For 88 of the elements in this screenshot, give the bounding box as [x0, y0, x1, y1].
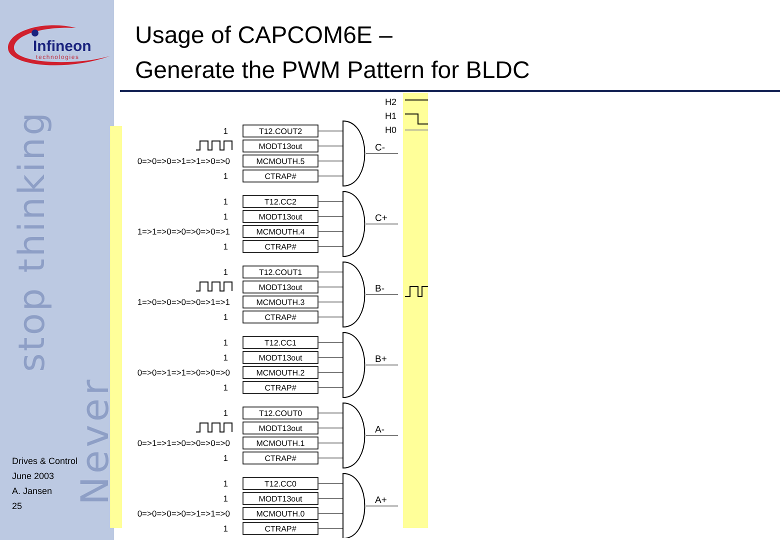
signal-label: MODT13out [258, 354, 302, 362]
signal-label: CTRAP# [264, 384, 296, 392]
signal-label: MCMOUTH.0 [256, 510, 305, 518]
input-value: 1 [223, 196, 228, 206]
signal-label: MODT13out [258, 424, 302, 433]
wire-line [318, 286, 344, 288]
and-gate-drawing [342, 120, 366, 186]
pulse-train-drawing [196, 282, 232, 292]
signal-label: CTRAP# [264, 172, 296, 181]
signal-label: T12.COUT1 [258, 268, 302, 277]
wire-line [318, 498, 344, 499]
signal-label: CTRAP# [264, 454, 296, 463]
wire-line [318, 442, 344, 444]
signal-label: T12.CC2 [264, 198, 296, 206]
input-value: 1 [223, 126, 228, 136]
input-value: 0=>1=>1=>0=>0=>0=>0 [137, 438, 230, 448]
wire-line [318, 231, 344, 232]
and-gate-drawing [342, 332, 366, 398]
input-value: 1 [223, 382, 228, 392]
signal-label: MCMOUTH.4 [256, 228, 305, 236]
signal-label: MODT13out [258, 494, 302, 504]
output-label: A+ [375, 495, 387, 506]
signal-label: MCMOUTH.1 [256, 439, 305, 448]
signal-label: CTRAP# [264, 313, 296, 322]
hall-waveform-drawing [404, 100, 428, 130]
slide-title: Generate the PWM Pattern for BLDC [135, 56, 531, 86]
hall-label: H1 [385, 111, 397, 121]
output-label: B+ [375, 354, 387, 365]
signal-label: CTRAP# [264, 524, 296, 534]
input-value: 1 [223, 408, 228, 418]
output-label: C+ [375, 213, 388, 224]
input-value: 0=>0=>0=>0=>1=>1=>0 [137, 508, 230, 518]
wire-line [318, 412, 344, 414]
signal-label: MODT13out [258, 142, 302, 151]
wire-line [318, 246, 344, 247]
footer-text: A. Jansen [12, 486, 54, 496]
signal-label: T12.COUT0 [258, 409, 302, 418]
signal-label: T12.COUT2 [258, 127, 302, 136]
and-gate-drawing [342, 402, 366, 468]
signal-label: MODT13out [258, 212, 302, 222]
wire-line [318, 342, 344, 343]
wire-line [318, 513, 344, 514]
input-value: 1 [223, 242, 228, 252]
signal-label: MCMOUTH.5 [256, 157, 305, 166]
and-gate-drawing [342, 191, 366, 257]
wire-line [318, 216, 344, 217]
wire-line [318, 372, 344, 373]
input-value: 1 [223, 352, 228, 362]
footer-text: 25 [12, 501, 24, 511]
wire-line [318, 130, 344, 132]
wire-line [318, 483, 344, 484]
signal-label: MCMOUTH.2 [256, 368, 305, 378]
output-label: B- [375, 284, 384, 294]
and-gate-drawing [342, 473, 366, 538]
input-value: 1 [223, 312, 228, 322]
input-value: 1 [223, 453, 228, 463]
input-value: 1 [223, 338, 228, 348]
pulse-train-drawing [196, 140, 232, 150]
wire-line [318, 528, 344, 529]
and-gate-drawing [342, 262, 366, 328]
input-value: 0=>0=>1=>1=>0=>0=>0 [137, 368, 230, 378]
footer-text: Drives & Control [12, 456, 78, 466]
output-label: A- [375, 424, 384, 436]
hall-label: H0 [385, 125, 397, 135]
signal-label: T12.CC0 [264, 480, 296, 488]
footer-text: June 2003 [12, 471, 56, 481]
input-value: 1 [223, 494, 228, 504]
output-label: C- [375, 142, 386, 154]
input-value: 0=>0=>0=>1=>1=>0=>0 [137, 156, 230, 166]
wire-line [318, 316, 344, 318]
wire-line [318, 387, 344, 388]
input-value: 1=>0=>0=>0=>0=>1=>1 [137, 297, 230, 307]
pulse-train-drawing [196, 422, 232, 432]
input-value: 1 [223, 478, 228, 488]
wire-line [318, 201, 344, 202]
input-value: 1 [223, 524, 228, 534]
slide-title: Usage of CAPCOM6E – [135, 21, 394, 51]
signal-label: T12.CC1 [264, 338, 296, 348]
signal-label: MODT13out [258, 283, 302, 292]
input-value: 1 [223, 212, 228, 222]
signal-label: MCMOUTH.3 [256, 298, 305, 307]
signal-label: CTRAP# [264, 242, 296, 252]
input-value: 1 [223, 267, 228, 277]
input-value: 1 [223, 171, 228, 181]
input-value: 1=>1=>0=>0=>0=>0=>1 [137, 226, 230, 236]
wire-line [318, 357, 344, 358]
hall-label: H2 [385, 97, 397, 107]
wire-line [318, 160, 344, 162]
